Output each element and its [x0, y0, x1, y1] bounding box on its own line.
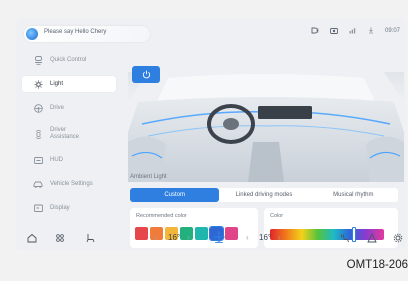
display-icon — [32, 203, 44, 213]
download-status-icon — [368, 27, 373, 34]
light-settings-panel: Ambient Light Custom Linked driving mode… — [128, 50, 404, 248]
apps-icon[interactable] — [54, 232, 66, 244]
sidebar-item-label: Vehicle Settings — [50, 180, 93, 187]
sidebar-item-drive[interactable]: Drive — [22, 100, 116, 116]
sidebar-item-light[interactable]: Light — [22, 76, 116, 92]
status-icons: 09:07 — [311, 27, 400, 34]
hazard-icon[interactable] — [366, 232, 378, 244]
headlight-status-icon — [311, 27, 319, 34]
drive-icon — [32, 103, 44, 113]
driver-assistance-icon — [32, 129, 44, 139]
power-icon — [142, 70, 150, 79]
home-icon[interactable] — [26, 232, 38, 244]
sidebar-item-display[interactable]: Display — [22, 200, 116, 216]
sidebar-item-label: HUD — [50, 156, 63, 163]
infotainment-screen: Please say Hello Chery 09:07 Quick Contr… — [16, 18, 406, 250]
right-temp-decrease[interactable]: ‹ — [246, 233, 249, 242]
settings-gear-icon[interactable] — [392, 232, 404, 244]
car-interior-illustration — [128, 69, 404, 182]
quick-control-icon — [32, 55, 44, 65]
vehicle-settings-icon — [32, 179, 44, 189]
sidebar-item-label: Display — [50, 204, 70, 211]
voice-assistant-icon — [26, 28, 38, 40]
clock: 09:07 — [384, 27, 400, 34]
tab-custom[interactable]: Custom — [130, 188, 220, 202]
right-temp-increase[interactable]: › — [278, 233, 281, 242]
hud-icon — [32, 155, 44, 165]
sidebar-item-label: Driver Assistance — [50, 127, 80, 140]
settings-sidebar: Quick Control Light Drive Driver Assista… — [16, 50, 122, 226]
tab-linked-driving-modes[interactable]: Linked driving modes — [219, 188, 308, 202]
color-title: Color — [270, 213, 284, 219]
bottom-dock: ‹ 16° › ‹ 16° › — [16, 226, 406, 250]
sidebar-item-driver-assistance[interactable]: Driver Assistance — [22, 124, 116, 144]
sidebar-item-label: Light — [50, 80, 64, 87]
section-title-ambient-light: Ambient Light — [130, 174, 167, 180]
voice-assistant-pill[interactable]: Please say Hello Chery — [24, 26, 150, 42]
left-temperature: 16° — [168, 233, 181, 242]
ambient-mode-tabs: Custom Linked driving modes Musical rhyt… — [130, 188, 398, 202]
left-temp-increase[interactable]: › — [187, 233, 190, 242]
fan-icon[interactable] — [213, 231, 225, 243]
signal-status-icon — [349, 28, 356, 34]
left-temp-decrease[interactable]: ‹ — [154, 233, 157, 242]
voice-prompt-text: Please say Hello Chery — [44, 29, 107, 35]
sidebar-item-hud[interactable]: HUD — [22, 152, 116, 168]
sidebar-item-quick-control[interactable]: Quick Control — [22, 52, 116, 68]
figure-caption: OMT18-206 — [346, 259, 408, 271]
seat-heating-icon[interactable] — [338, 232, 350, 244]
light-icon — [32, 79, 44, 89]
right-temperature: 16° — [259, 233, 272, 242]
sidebar-item-vehicle-settings[interactable]: Vehicle Settings — [22, 176, 116, 192]
tab-musical-rhythm[interactable]: Musical rhythm — [309, 188, 398, 202]
ambient-light-power-button[interactable] — [132, 66, 160, 83]
sidebar-item-label: Drive — [50, 104, 65, 111]
camera-status-icon — [330, 28, 338, 34]
recommended-color-title: Recommended color — [136, 213, 187, 219]
seat-icon[interactable] — [84, 232, 96, 244]
sidebar-item-label: Quick Control — [50, 56, 87, 63]
status-bar: Please say Hello Chery 09:07 — [16, 18, 406, 48]
